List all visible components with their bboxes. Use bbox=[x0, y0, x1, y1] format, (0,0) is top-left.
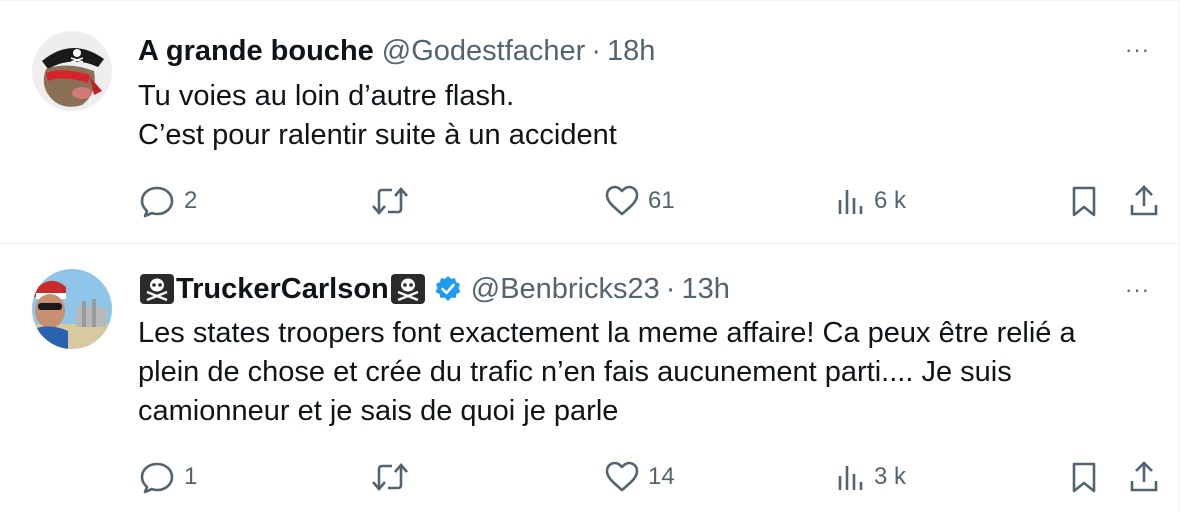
bookmark-icon bbox=[1072, 462, 1096, 493]
display-name[interactable]: A grande bouche bbox=[138, 35, 374, 68]
tweet-text: Les states troopers font exactement la m… bbox=[138, 314, 1140, 431]
tweet-text-line: Les states troopers font exactement la m… bbox=[138, 317, 1076, 427]
separator-dot: · bbox=[591, 34, 601, 67]
reply-button[interactable]: 1 bbox=[138, 457, 197, 497]
reply-button[interactable]: 2 bbox=[138, 181, 197, 221]
reply-count: 2 bbox=[184, 187, 198, 214]
pirate-cat-avatar-icon bbox=[32, 31, 112, 111]
retweet-button[interactable] bbox=[370, 457, 418, 497]
share-button[interactable] bbox=[1128, 181, 1160, 221]
tweet-text: Tu voies au loin d’autre flash. C’est po… bbox=[138, 77, 1140, 155]
tweet-2[interactable]: TruckerCarlson @Benbricks23 · 13h ··· Le… bbox=[0, 243, 1180, 512]
skull-crossbones-flag-icon bbox=[140, 274, 174, 304]
like-count: 61 bbox=[648, 187, 675, 214]
more-options-button[interactable]: ··· bbox=[1125, 277, 1150, 303]
bookmark-button[interactable] bbox=[1070, 457, 1098, 497]
retweet-icon bbox=[372, 463, 408, 491]
share-button[interactable] bbox=[1128, 457, 1160, 497]
analytics-icon bbox=[838, 190, 863, 214]
retweet-icon bbox=[372, 187, 408, 215]
tweet-1[interactable]: A grande bouche @Godestfacher · 18h ··· … bbox=[0, 0, 1180, 243]
tweet-header: A grande bouche @Godestfacher · 18h bbox=[138, 31, 655, 71]
share-icon bbox=[1130, 185, 1158, 216]
timestamp[interactable]: 13h bbox=[681, 273, 729, 306]
reply-icon bbox=[140, 186, 174, 218]
retweet-button[interactable] bbox=[370, 181, 418, 221]
like-button[interactable]: 61 bbox=[604, 181, 675, 221]
reply-count: 1 bbox=[184, 463, 198, 490]
skull-crossbones-flag-icon bbox=[390, 274, 425, 304]
display-name[interactable]: TruckerCarlson bbox=[176, 273, 389, 306]
reply-icon bbox=[140, 462, 174, 494]
views-count: 3 k bbox=[874, 463, 907, 490]
bookmark-button[interactable] bbox=[1070, 181, 1098, 221]
like-button[interactable]: 14 bbox=[604, 457, 675, 497]
views-count: 6 k bbox=[874, 187, 907, 214]
action-bar: 2 61 6 k bbox=[138, 181, 1168, 221]
bookmark-icon bbox=[1072, 186, 1096, 217]
more-options-button[interactable]: ··· bbox=[1125, 37, 1150, 63]
timestamp[interactable]: 18h bbox=[607, 35, 655, 68]
separator-dot: · bbox=[665, 272, 676, 305]
handle[interactable]: @Godestfacher bbox=[382, 35, 586, 68]
analytics-icon bbox=[838, 466, 863, 490]
verified-badge-icon[interactable] bbox=[433, 274, 463, 304]
like-count: 14 bbox=[648, 463, 675, 490]
tweet-text-line: C’est pour ralentir suite à un accident bbox=[138, 119, 617, 151]
avatar[interactable] bbox=[32, 269, 112, 349]
share-icon bbox=[1130, 461, 1158, 492]
action-bar: 1 14 3 k bbox=[138, 457, 1168, 497]
views-button[interactable]: 6 k bbox=[836, 181, 906, 221]
heart-icon bbox=[605, 185, 639, 216]
trucker-selfie-avatar-icon bbox=[32, 269, 112, 349]
avatar[interactable] bbox=[32, 31, 112, 111]
heart-icon bbox=[605, 461, 639, 492]
tweet-header: TruckerCarlson @Benbricks23 · 13h bbox=[138, 269, 730, 309]
views-button[interactable]: 3 k bbox=[836, 457, 906, 497]
tweet-text-line: Tu voies au loin d’autre flash. bbox=[138, 80, 515, 112]
handle[interactable]: @Benbricks23 bbox=[471, 273, 660, 306]
